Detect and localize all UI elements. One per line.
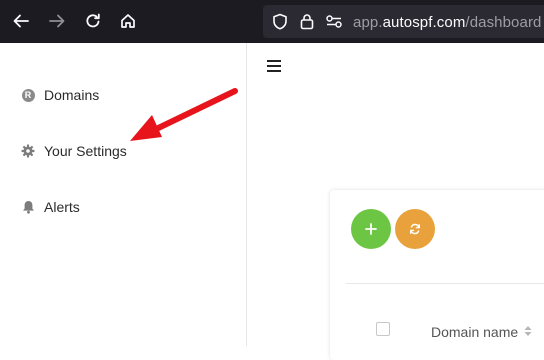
lock-icon[interactable] [300, 13, 314, 35]
url-prefix: app. [353, 14, 383, 31]
sidebar-item-alerts[interactable]: Alerts [21, 199, 80, 215]
sidebar-item-settings[interactable]: Your Settings [21, 143, 127, 159]
column-header-label: Domain name [431, 324, 519, 340]
select-all-checkbox[interactable] [376, 322, 390, 336]
url-bar[interactable]: app.autospf.com/dashboard [263, 5, 544, 38]
sidebar-item-label: Alerts [44, 199, 80, 215]
plus-icon [365, 223, 377, 235]
url-host: autospf.com [382, 14, 466, 31]
column-header-domain-name[interactable]: Domain name [431, 324, 532, 340]
sidebar-item-label: Your Settings [44, 143, 127, 159]
shield-icon[interactable] [272, 13, 288, 35]
back-icon[interactable] [8, 8, 34, 34]
sidebar: R Domains Your Settings Alerts [0, 43, 247, 346]
home-icon[interactable] [115, 8, 141, 34]
url-text[interactable]: app.autospf.com/dashboard [353, 14, 541, 31]
permissions-icon[interactable] [325, 13, 343, 35]
card-divider [346, 283, 544, 284]
sort-icon[interactable] [524, 324, 532, 340]
url-path: /dashboard [465, 14, 542, 31]
add-domain-button[interactable] [351, 209, 391, 249]
sync-icon [410, 223, 420, 235]
sync-button[interactable] [395, 209, 435, 249]
forward-icon[interactable] [44, 8, 70, 34]
browser-toolbar: app.autospf.com/dashboard [0, 0, 544, 43]
menu-toggle-icon[interactable] [267, 60, 281, 73]
r-badge: R [21, 88, 35, 102]
sidebar-item-label: Domains [44, 87, 100, 103]
sidebar-item-domains[interactable]: R Domains [21, 87, 99, 103]
r-badge-icon: R [21, 88, 35, 102]
bell-icon [21, 200, 35, 214]
gear-icon [21, 144, 35, 158]
reload-icon[interactable] [80, 8, 106, 34]
